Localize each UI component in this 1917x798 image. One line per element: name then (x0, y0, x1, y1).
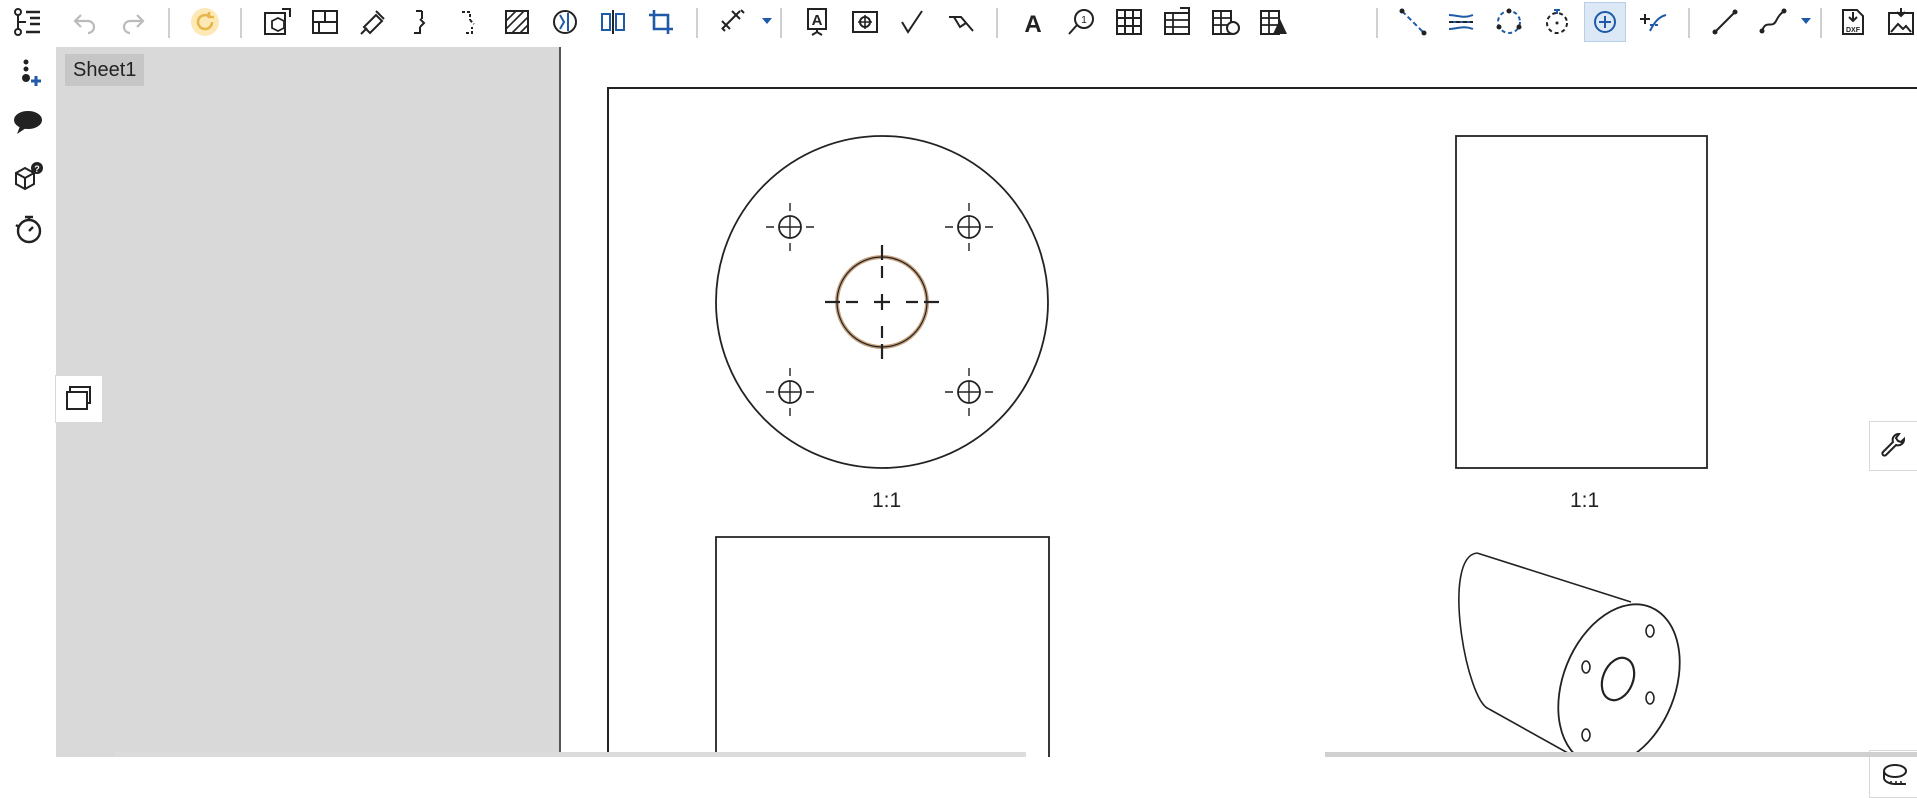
comments-icon[interactable] (6, 101, 50, 145)
text-icon[interactable]: A (1012, 2, 1054, 42)
bolt-hole[interactable] (766, 203, 814, 251)
datum-icon[interactable] (844, 2, 886, 42)
dxf-export-icon[interactable]: DXF (1832, 2, 1874, 42)
bolt-hole[interactable] (766, 368, 814, 416)
add-point-icon[interactable] (6, 50, 50, 94)
svg-text:?: ? (34, 164, 40, 174)
wrench-icon[interactable] (1869, 421, 1917, 471)
detail-view-icon[interactable] (448, 2, 490, 42)
toolbar: A A 1 DXF (56, 0, 1917, 44)
redo-icon[interactable] (112, 2, 154, 42)
break-view-icon[interactable] (400, 2, 442, 42)
table-icon[interactable] (1108, 2, 1150, 42)
surface-finish-icon[interactable] (892, 2, 934, 42)
tangent-edge-icon[interactable] (1632, 2, 1674, 42)
sheet-panel: Sheet1 (55, 47, 560, 757)
isometric-view[interactable] (1458, 552, 1702, 757)
side-view-scale: 1:1 (1570, 489, 1600, 512)
drawing-canvas[interactable]: 1:1 1:1 (561, 47, 1917, 798)
feature-list-icon[interactable] (6, 0, 50, 44)
svg-text:A: A (812, 12, 823, 29)
weld-icon[interactable] (940, 2, 982, 42)
sheet-scrollbar[interactable] (115, 752, 1026, 757)
point-centerline-icon[interactable] (1536, 2, 1578, 42)
top-view[interactable] (715, 536, 1050, 757)
revision-table-icon[interactable] (1252, 2, 1294, 42)
callout-icon[interactable]: 1 (1060, 2, 1102, 42)
horizontal-scrollbar[interactable] (1325, 752, 1917, 757)
side-view[interactable] (1455, 135, 1708, 469)
sheet-tab[interactable]: Sheet1 (65, 54, 145, 86)
part-info-icon[interactable]: ? (6, 154, 50, 198)
hatch-icon[interactable] (496, 2, 538, 42)
bolt-circle-icon[interactable] (1488, 2, 1530, 42)
dimension-icon[interactable] (712, 2, 754, 42)
broken-out-section-icon[interactable] (544, 2, 586, 42)
svg-text:DXF: DXF (1846, 27, 1861, 34)
line-icon[interactable] (1704, 2, 1746, 42)
centerline-icon[interactable] (1392, 2, 1434, 42)
midpoint-line-icon[interactable] (1440, 2, 1482, 42)
bolt-hole[interactable] (945, 368, 993, 416)
svg-text:1: 1 (1081, 15, 1087, 26)
section-view-icon[interactable] (304, 2, 346, 42)
dimension-dropdown-caret[interactable] (762, 18, 772, 24)
svg-text:A: A (1024, 11, 1041, 37)
sketch-dropdown-caret[interactable] (1801, 18, 1811, 24)
centermark-icon[interactable] (1584, 2, 1626, 42)
insert-view-icon[interactable] (256, 2, 298, 42)
front-view-scale: 1:1 (872, 489, 902, 512)
alignment-icon[interactable] (592, 2, 634, 42)
history-icon[interactable] (6, 207, 50, 251)
bolt-hole[interactable] (945, 203, 993, 251)
panel-toggle-icon[interactable] (55, 375, 103, 423)
bom-icon[interactable] (1156, 2, 1198, 42)
note-icon[interactable]: A (796, 2, 838, 42)
image-export-icon[interactable] (1880, 2, 1917, 42)
undo-icon[interactable] (64, 2, 106, 42)
hole-table-icon[interactable] (1204, 2, 1246, 42)
spline-icon[interactable] (1752, 2, 1794, 42)
drawing-sheet (607, 87, 1917, 757)
front-view[interactable] (715, 135, 1049, 469)
auxiliary-view-icon[interactable] (352, 2, 394, 42)
measure-icon[interactable] (1869, 750, 1917, 798)
left-rail: ? (0, 0, 56, 757)
crop-view-icon[interactable] (640, 2, 682, 42)
update-icon[interactable] (184, 2, 226, 42)
